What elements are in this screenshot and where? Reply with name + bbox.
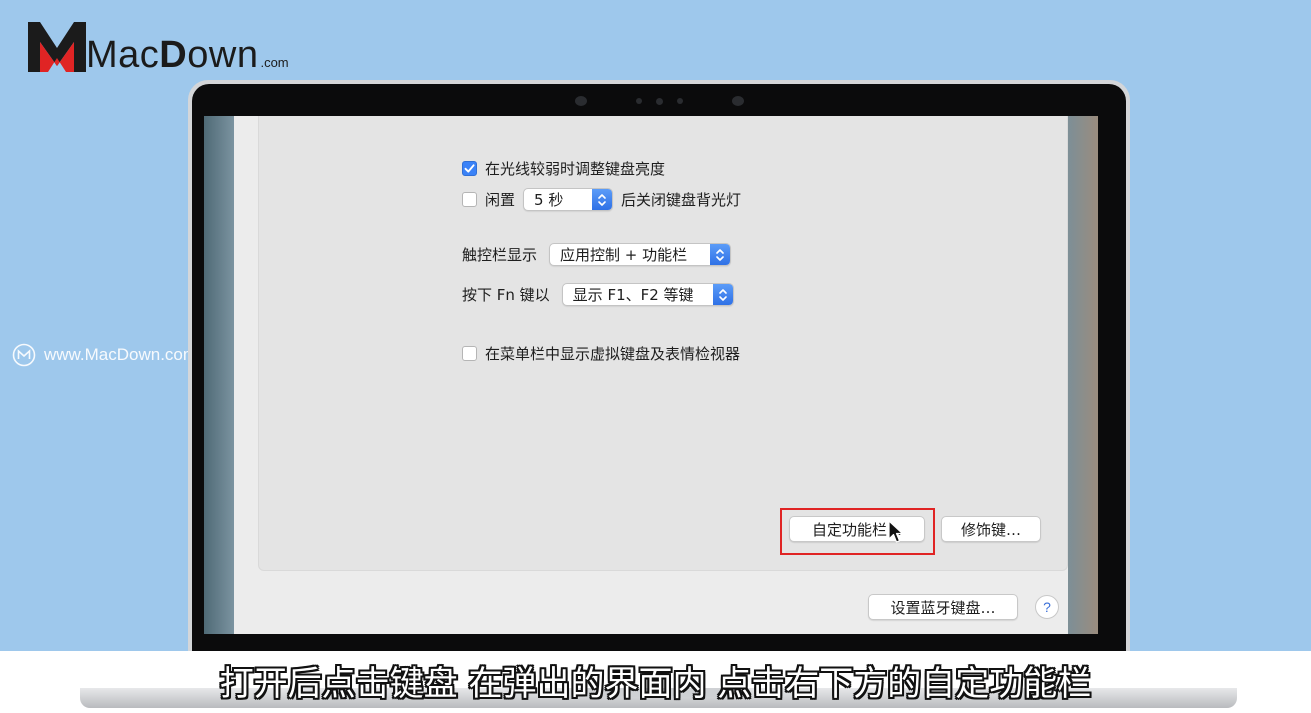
camera-sensor-icon xyxy=(732,96,744,106)
backlight-idle-label: 闲置 xyxy=(485,191,516,209)
desktop-wallpaper-left xyxy=(204,116,234,634)
checkmark-icon xyxy=(464,164,475,173)
chevron-up-down-icon xyxy=(598,193,606,206)
touchbar-shows-select[interactable]: 应用控制 + 功能栏 xyxy=(549,243,732,266)
chevron-up-down-icon xyxy=(716,248,724,261)
camera-sensor-icon xyxy=(575,96,587,106)
adjust-brightness-row[interactable]: 在光线较弱时调整键盘亮度 xyxy=(462,158,665,179)
backlight-timeout-value: 5 秒 xyxy=(534,191,564,209)
macdown-logo: MacDown .com xyxy=(26,12,289,74)
backlight-off-row: 闲置 5 秒 后关闭键盘背光灯 xyxy=(462,188,741,211)
camera-sensor-icon xyxy=(677,98,683,104)
press-fn-select[interactable]: 显示 F1、F2 等键 xyxy=(561,283,734,306)
press-fn-row: 按下 Fn 键以 显示 F1、F2 等键 xyxy=(462,283,742,306)
press-fn-label: 按下 Fn 键以 xyxy=(462,286,550,304)
keyboard-settings-panel: 在光线较弱时调整键盘亮度 闲置 5 秒 后关闭键盘背光灯 触控栏显示 应用控制 … xyxy=(258,116,1068,571)
modifier-keys-button[interactable]: 修饰键… xyxy=(941,516,1041,542)
touchbar-shows-label: 触控栏显示 xyxy=(462,246,538,264)
backlight-off-suffix: 后关闭键盘背光灯 xyxy=(621,191,742,209)
backlight-timeout-select[interactable]: 5 秒 xyxy=(523,188,614,211)
show-viewer-label: 在菜单栏中显示虚拟键盘及表情检视器 xyxy=(485,345,741,363)
watermark: www.MacDown.com xyxy=(12,343,197,367)
backlight-off-checkbox[interactable] xyxy=(462,192,477,207)
touchbar-shows-value: 应用控制 + 功能栏 xyxy=(560,246,688,264)
help-button[interactable]: ? xyxy=(1035,595,1059,619)
touchbar-shows-row: 触控栏显示 应用控制 + 功能栏 xyxy=(462,243,739,266)
select-stepper xyxy=(592,189,613,210)
video-subtitle: 打开后点击键盘 在弹出的界面内 点击右下方的自定功能栏 xyxy=(219,663,1092,704)
select-stepper xyxy=(712,284,733,305)
mouse-pointer-icon xyxy=(888,520,904,543)
show-viewer-checkbox[interactable] xyxy=(462,346,477,361)
logo-domain: .com xyxy=(260,55,289,70)
show-viewer-row[interactable]: 在菜单栏中显示虚拟键盘及表情检视器 xyxy=(462,343,740,364)
camera-sensor-icon xyxy=(636,98,642,104)
highlight-box xyxy=(780,508,935,555)
camera-lens-icon xyxy=(656,98,663,105)
setup-bluetooth-keyboard-button[interactable]: 设置蓝牙键盘… xyxy=(868,594,1018,620)
logo-wordmark: MacDown xyxy=(86,34,259,76)
adjust-brightness-checkbox[interactable] xyxy=(462,161,477,176)
macdown-watermark-icon xyxy=(12,343,36,367)
select-stepper xyxy=(710,244,731,265)
desktop-wallpaper-right xyxy=(1068,116,1098,634)
chevron-up-down-icon xyxy=(718,288,727,301)
laptop-screen: 在光线较弱时调整键盘亮度 闲置 5 秒 后关闭键盘背光灯 触控栏显示 应用控制 … xyxy=(204,116,1098,634)
adjust-brightness-label: 在光线较弱时调整键盘亮度 xyxy=(485,160,666,178)
macdown-m-mark-icon xyxy=(28,22,86,72)
keyboard-preferences-window: 在光线较弱时调整键盘亮度 闲置 5 秒 后关闭键盘背光灯 触控栏显示 应用控制 … xyxy=(234,116,1068,634)
press-fn-value: 显示 F1、F2 等键 xyxy=(572,286,694,304)
watermark-text: www.MacDown.com xyxy=(44,345,198,364)
